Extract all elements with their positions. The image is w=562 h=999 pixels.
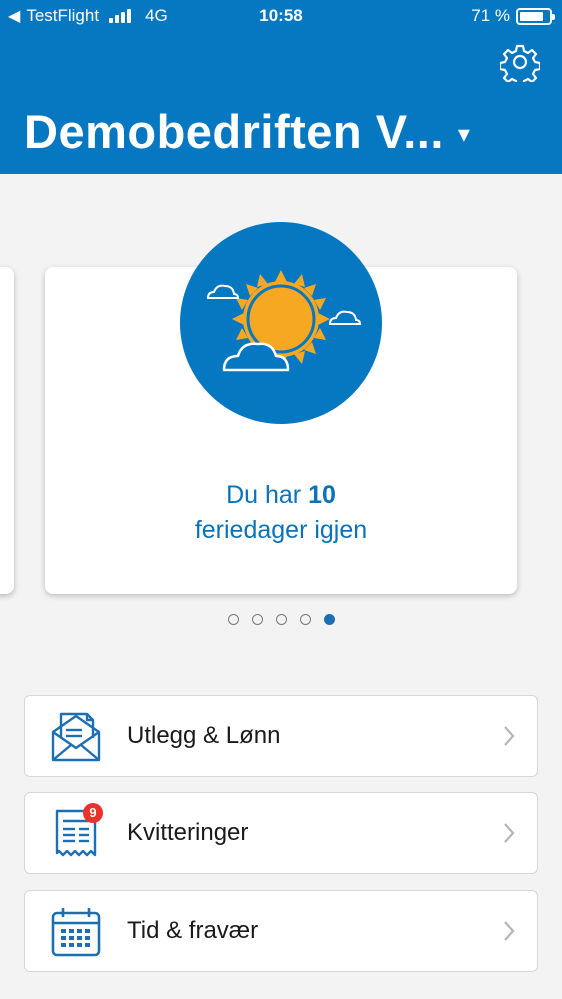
company-name[interactable]: Demobedriften V... <box>24 104 444 159</box>
menu-item-time-absence[interactable]: Tid & fravær <box>24 890 538 972</box>
battery-icon <box>516 7 555 25</box>
page-dot[interactable] <box>299 614 311 625</box>
chevron-right-icon <box>504 823 515 843</box>
sun-with-clouds-icon <box>180 222 382 424</box>
page-dot[interactable] <box>227 614 239 625</box>
vacation-days-count: 10 <box>308 481 336 509</box>
company-selector[interactable]: Demobedriften V... ▾ <box>24 104 470 159</box>
page-dot[interactable] <box>251 614 263 625</box>
status-right: 71 % <box>471 6 555 26</box>
battery-percent: 71 % <box>471 6 510 25</box>
menu-item-receipts[interactable]: 9 Kvitteringer <box>24 792 538 874</box>
vacation-days-text: Du har 10 feriedager igjen <box>45 478 517 548</box>
carousel-card-previous[interactable] <box>0 267 14 594</box>
carousel-page-indicator[interactable] <box>0 614 562 625</box>
menu-label[interactable]: Utlegg & Lønn <box>127 696 280 776</box>
chevron-right-icon <box>504 921 515 941</box>
menu-label[interactable]: Tid & fravær <box>127 891 258 971</box>
calendar-icon <box>51 908 101 957</box>
envelope-document-icon <box>51 712 101 762</box>
menu-label[interactable]: Kvitteringer <box>127 793 248 873</box>
chevron-right-icon <box>504 726 515 746</box>
status-bar: ◀ TestFlight 4G 10:58 71 % <box>0 0 562 34</box>
vacation-suffix: feriedager igjen <box>194 516 368 544</box>
app-header: ◀ TestFlight 4G 10:58 71 % Demobedriften… <box>0 0 562 174</box>
notification-badge: 9 <box>83 803 103 823</box>
dropdown-caret-icon[interactable]: ▾ <box>458 120 471 149</box>
vacation-prefix: Du har <box>226 481 309 509</box>
settings-gear-icon[interactable] <box>500 42 540 82</box>
page-dot[interactable] <box>275 614 287 625</box>
menu-item-expenses[interactable]: Utlegg & Lønn <box>24 695 538 777</box>
page-dot-active[interactable] <box>323 614 335 625</box>
